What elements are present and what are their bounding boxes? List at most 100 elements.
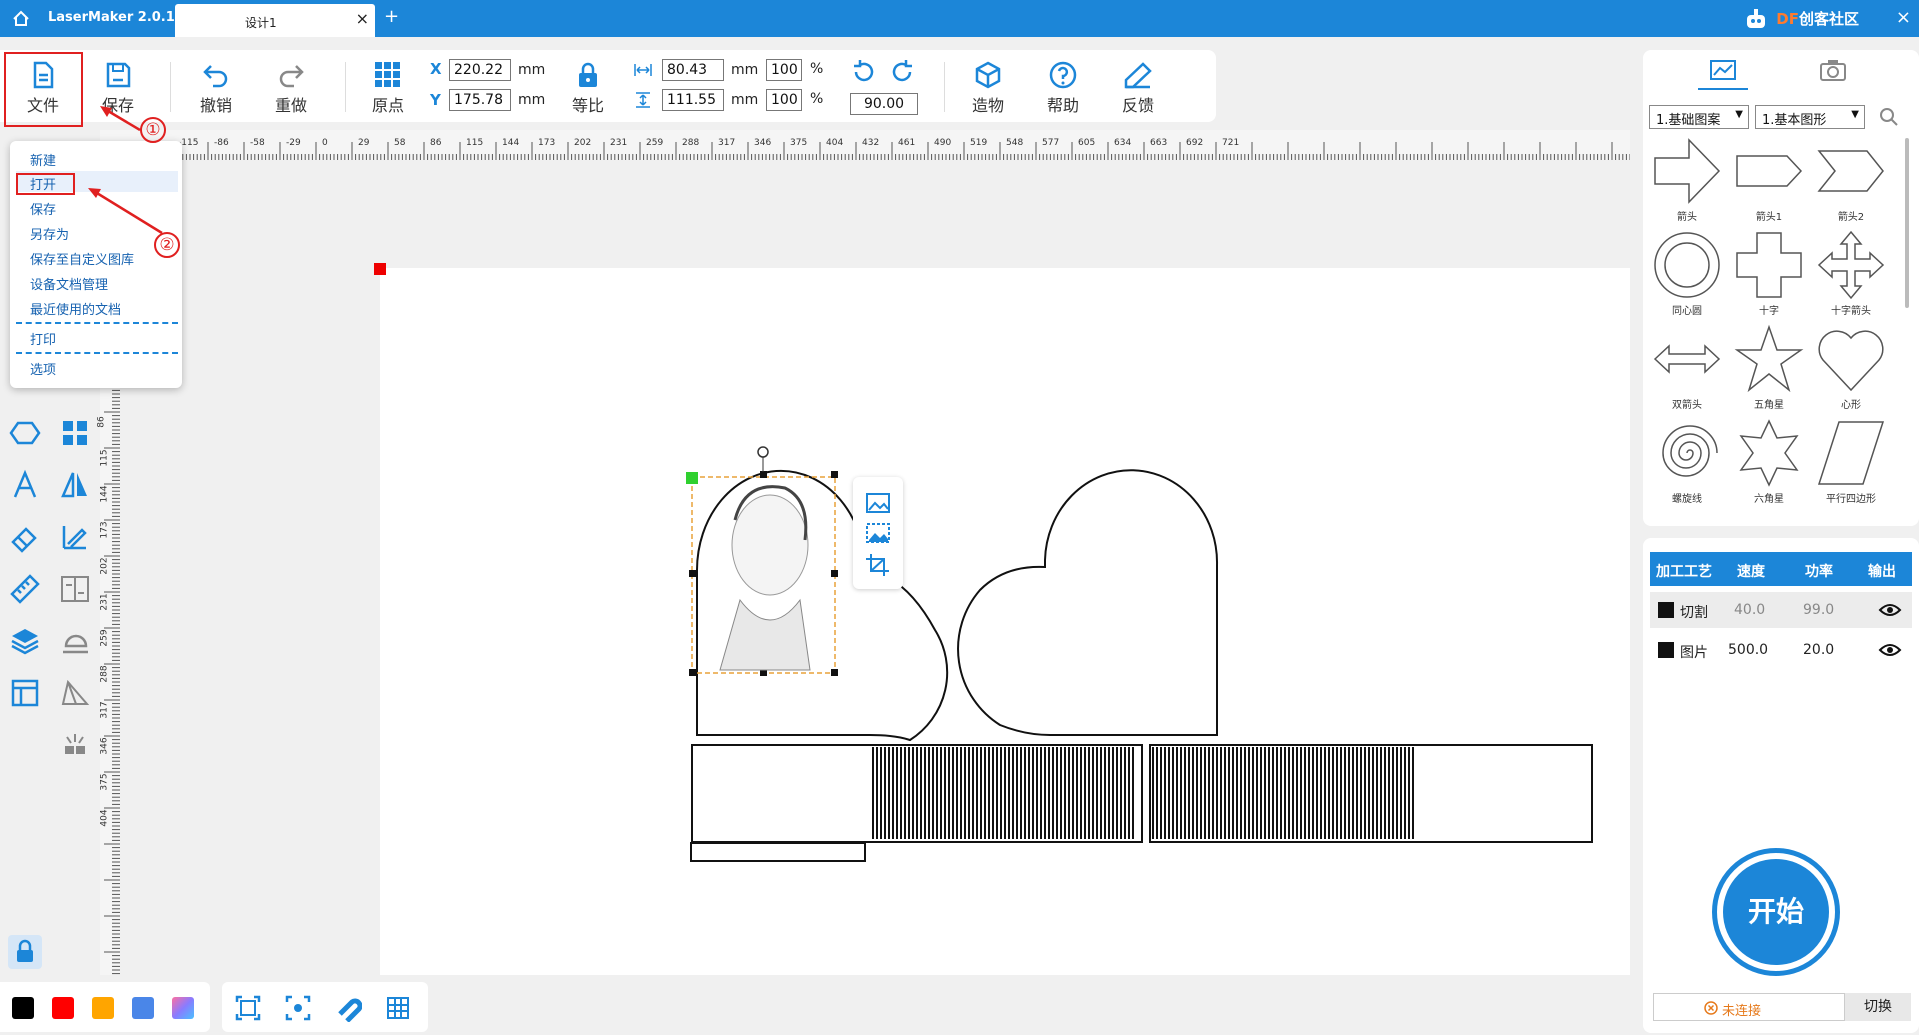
menu-item-recent[interactable]: 最近使用的文档 <box>30 299 121 318</box>
shape-star[interactable]: 五角星 <box>1729 324 1809 414</box>
help-button[interactable]: 帮助 <box>1035 54 1091 122</box>
rotate-cw-icon[interactable] <box>888 58 916 86</box>
stamp-icon[interactable] <box>58 624 92 658</box>
origin-button[interactable]: 原点 <box>360 54 416 122</box>
home-icon[interactable] <box>10 8 32 30</box>
save-button[interactable]: 保存 <box>90 54 146 122</box>
shape-cross[interactable]: 十字 <box>1729 230 1809 320</box>
shape-arrow2[interactable]: 箭头2 <box>1811 136 1891 226</box>
start-button[interactable]: 开始 <box>1712 848 1840 976</box>
menu-item-print[interactable]: 打印 <box>30 329 56 348</box>
category-select[interactable]: 1.基础图案 ▼ <box>1649 105 1749 129</box>
laser-path-icon[interactable] <box>58 676 92 710</box>
redo-button[interactable]: 重做 <box>263 54 319 122</box>
align-icon[interactable] <box>58 572 92 606</box>
lock-ratio-button[interactable]: 等比 <box>560 54 616 122</box>
mirror-icon[interactable] <box>58 468 92 502</box>
menu-item-save-to-library[interactable]: 保存至自定义图库 <box>30 249 134 268</box>
menu-item-options[interactable]: 选项 <box>30 359 56 378</box>
menu-item-device-docs[interactable]: 设备文档管理 <box>30 274 108 293</box>
undo-button[interactable]: 撤销 <box>188 54 244 122</box>
layer-color-swatch[interactable] <box>1658 642 1674 658</box>
magnet-icon[interactable] <box>334 994 362 1022</box>
menu-divider <box>16 322 178 324</box>
connection-status[interactable]: 未连接 <box>1653 993 1845 1021</box>
grid-icon[interactable] <box>384 994 412 1022</box>
shape-concentric-circle[interactable]: 同心圆 <box>1647 230 1727 320</box>
unit-mm: mm <box>518 62 546 78</box>
add-tab-icon[interactable]: + <box>384 6 399 27</box>
image-icon[interactable] <box>865 491 891 515</box>
rotate-ccw-icon[interactable] <box>850 58 878 86</box>
color-swatch-black[interactable] <box>12 997 34 1019</box>
open-item-highlight <box>16 173 75 195</box>
height-input[interactable] <box>662 89 724 111</box>
camera-tab-icon[interactable] <box>1813 56 1853 86</box>
left-ruler-tick-label: 346 <box>99 737 110 755</box>
tab-design1[interactable]: 设计1 × <box>175 4 375 37</box>
top-ruler-tick-label: 375 <box>790 138 808 148</box>
crop-icon[interactable] <box>865 553 891 577</box>
height-icon <box>636 92 650 108</box>
shape-arrow[interactable]: 箭头 <box>1647 136 1727 226</box>
image-trace-icon[interactable] <box>865 521 891 545</box>
fit-frame-icon[interactable] <box>234 994 262 1022</box>
create-button[interactable]: 造物 <box>960 54 1016 122</box>
layer-row-image[interactable]: 图片 500.0 20.0 <box>1650 632 1912 668</box>
y-position-input[interactable] <box>449 89 511 111</box>
top-ruler-tick-label: 432 <box>862 138 880 148</box>
layer-color-swatch[interactable] <box>1658 602 1674 618</box>
window-close-icon[interactable]: × <box>1896 7 1911 28</box>
top-ruler-tick-label: 404 <box>826 138 844 148</box>
file-button-highlight <box>4 52 83 127</box>
layer-row-cut[interactable]: 切割 40.0 99.0 <box>1650 592 1912 628</box>
shape-panel-scrollbar[interactable] <box>1905 138 1909 308</box>
laser-beam-icon[interactable] <box>58 728 92 762</box>
search-icon[interactable] <box>1879 107 1899 127</box>
polygon-icon[interactable] <box>8 416 42 450</box>
canvas-lock-icon[interactable] <box>8 935 42 969</box>
shape-library-panel: 1.基础图案 ▼ 1.基本图形 ▼ 箭头 箭头1 箭头2 同心圆 十字 十字箭头 双… <box>1643 50 1919 526</box>
subcategory-select[interactable]: 1.基本图形 ▼ <box>1755 105 1865 129</box>
feedback-button[interactable]: 反馈 <box>1110 54 1166 122</box>
redo-icon <box>279 65 304 88</box>
eye-icon[interactable] <box>1878 601 1902 619</box>
height-percent-input[interactable] <box>766 89 802 111</box>
draw-pen-icon[interactable] <box>58 520 92 554</box>
menu-item-new[interactable]: 新建 <box>30 150 56 169</box>
width-percent-input[interactable] <box>766 59 802 81</box>
layers-icon[interactable] <box>8 624 42 658</box>
top-ruler-tick-label: 259 <box>646 138 664 148</box>
x-position-input[interactable] <box>449 59 511 81</box>
color-swatch-red[interactable] <box>52 997 74 1019</box>
shape-spiral[interactable]: 螺旋线 <box>1647 418 1727 508</box>
measure-icon[interactable] <box>8 572 42 606</box>
eraser-icon[interactable] <box>8 520 42 554</box>
array-icon[interactable] <box>58 416 92 450</box>
rotation-input[interactable] <box>850 93 918 115</box>
color-swatch-bar <box>0 982 210 1032</box>
color-swatch-blue[interactable] <box>132 997 154 1019</box>
top-ruler-tick-label: -29 <box>286 138 301 148</box>
menu-item-save-as[interactable]: 另存为 <box>30 224 69 243</box>
panel-layout-icon[interactable] <box>8 676 42 710</box>
menu-item-save[interactable]: 保存 <box>30 199 56 218</box>
shape-hexagram[interactable]: 六角星 <box>1729 418 1809 508</box>
eye-icon[interactable] <box>1878 641 1902 659</box>
color-swatch-orange[interactable] <box>92 997 114 1019</box>
design-canvas[interactable] <box>380 268 1630 975</box>
shape-cross-arrow[interactable]: 十字箭头 <box>1811 230 1891 320</box>
focus-select-icon[interactable] <box>284 994 312 1022</box>
shape-parallelogram[interactable]: 平行四边形 <box>1811 418 1891 508</box>
tab-close-icon[interactable]: × <box>356 9 369 28</box>
top-ruler-tick-label: 461 <box>898 138 916 148</box>
text-icon[interactable] <box>8 468 42 502</box>
left-ruler-tick-label: 259 <box>99 629 110 647</box>
shape-heart[interactable]: 心形 <box>1811 324 1891 414</box>
width-input[interactable] <box>662 59 724 81</box>
shapes-tab-icon[interactable] <box>1703 56 1743 86</box>
shape-arrow1[interactable]: 箭头1 <box>1729 136 1809 226</box>
switch-button[interactable]: 切换 <box>1845 993 1911 1021</box>
shape-double-arrow[interactable]: 双箭头 <box>1647 324 1727 414</box>
color-swatch-gradient[interactable] <box>172 997 194 1019</box>
